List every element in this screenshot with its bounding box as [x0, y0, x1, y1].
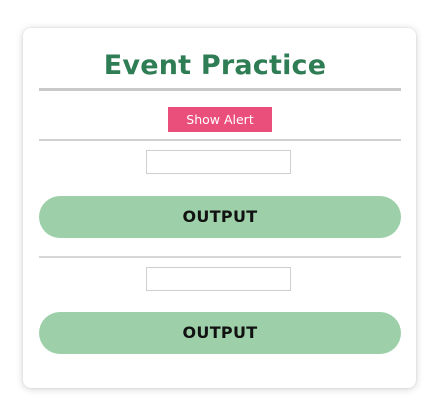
first-output-button[interactable]: OUTPUT: [39, 196, 401, 238]
second-text-input[interactable]: [146, 267, 291, 291]
section-divider-1: [39, 139, 401, 141]
show-alert-button[interactable]: Show Alert: [168, 107, 272, 132]
second-output-button[interactable]: OUTPUT: [39, 312, 401, 354]
first-text-input[interactable]: [146, 150, 291, 174]
title-divider: [39, 88, 401, 91]
section-divider-2: [39, 256, 401, 258]
page-title: Event Practice: [103, 50, 327, 81]
